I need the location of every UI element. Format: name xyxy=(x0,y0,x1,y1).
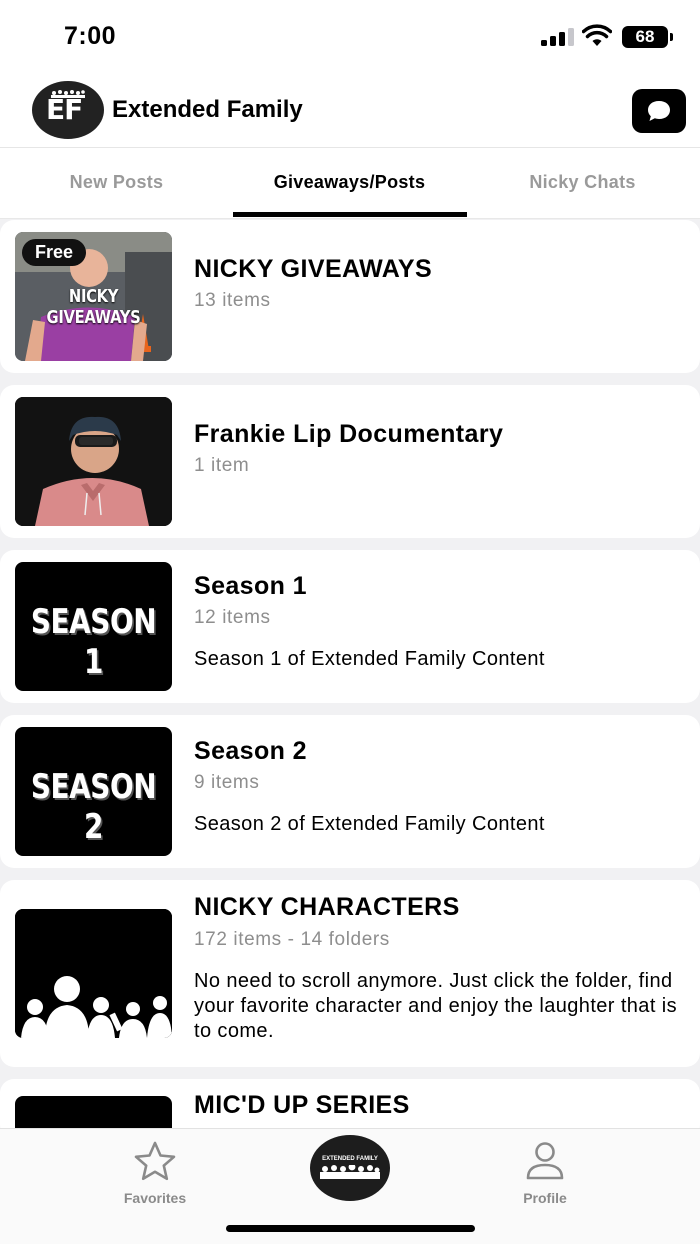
active-tab-indicator xyxy=(233,212,467,217)
nav-profile[interactable]: Profile xyxy=(490,1141,600,1206)
crowd-silhouette-icon xyxy=(320,1165,380,1179)
folder-title: MIC'D UP SERIES xyxy=(194,1091,410,1119)
status-bar: 7:00 68 xyxy=(0,0,700,72)
nav-home-logo[interactable]: EXTENDED FAMILY xyxy=(310,1135,390,1201)
folder-thumbnail xyxy=(15,909,172,1038)
folder-title: Season 1 xyxy=(194,572,307,600)
folder-item-count: 13 items xyxy=(194,290,271,311)
folder-card-frankie-lip-documentary[interactable]: Frankie Lip Documentary 1 item xyxy=(0,385,700,538)
status-time: 7:00 xyxy=(64,22,117,50)
folder-title: NICKY CHARACTERS xyxy=(194,893,460,921)
tab-giveaways-posts[interactable]: Giveaways/Posts xyxy=(233,172,466,193)
folder-item-count: 12 items xyxy=(194,607,271,628)
folder-title: Frankie Lip Documentary xyxy=(194,420,504,448)
folder-card-nicky-characters[interactable]: NICKY CHARACTERS 172 items - 14 folders … xyxy=(0,880,700,1067)
folder-description: No need to scroll anymore. Just click th… xyxy=(194,970,677,1042)
tab-bar: New Posts Giveaways/Posts Nicky Chats xyxy=(0,148,700,219)
folder-thumbnail: SEASON 2 xyxy=(15,727,172,856)
person-photo xyxy=(15,397,172,526)
chat-button[interactable] xyxy=(632,89,686,133)
folder-description: Season 1 of Extended Family Content xyxy=(194,648,545,670)
folder-item-count: 1 item xyxy=(194,455,250,476)
app-header: EF Extended Family xyxy=(0,72,700,148)
folder-thumbnail xyxy=(15,397,172,526)
wifi-icon xyxy=(582,24,612,46)
cellular-signal-icon xyxy=(541,28,575,46)
logo-text: EF xyxy=(46,93,83,126)
thumbnail-caption: SEASON 2 xyxy=(30,767,157,847)
folder-description: Season 2 of Extended Family Content xyxy=(194,813,545,835)
person-icon xyxy=(526,1142,564,1180)
center-logo-text: EXTENDED FAMILY xyxy=(322,1156,378,1162)
folder-item-count: 9 items xyxy=(194,772,260,793)
nav-profile-label: Profile xyxy=(523,1190,567,1206)
battery-indicator: 68 xyxy=(622,26,673,48)
folder-thumbnail: SEASON 1 xyxy=(15,562,172,691)
tab-nicky-chats[interactable]: Nicky Chats xyxy=(466,172,699,193)
home-indicator xyxy=(226,1225,475,1232)
folder-thumbnail: Free NICKY GIVEAWAYS xyxy=(15,232,172,361)
folder-card-season-2[interactable]: SEASON 2 Season 2 9 items Season 2 of Ex… xyxy=(0,715,700,868)
app-logo[interactable]: EF xyxy=(32,81,104,139)
folder-card-season-1[interactable]: SEASON 1 Season 1 12 items Season 1 of E… xyxy=(0,550,700,703)
folder-title: NICKY GIVEAWAYS xyxy=(194,255,433,283)
folder-item-count: 172 items - 14 folders xyxy=(194,929,390,950)
crowd-silhouette-image xyxy=(15,909,172,1038)
tab-new-posts[interactable]: New Posts xyxy=(0,172,233,193)
star-icon xyxy=(134,1141,176,1181)
folder-title: Season 2 xyxy=(194,737,307,765)
thumbnail-caption: NICKY GIVEAWAYS xyxy=(46,286,141,328)
chat-bubble-icon xyxy=(648,101,670,121)
thumbnail-caption: SEASON 1 xyxy=(30,602,157,682)
free-badge: Free xyxy=(22,239,87,266)
app-title: Extended Family xyxy=(112,96,303,123)
nav-favorites[interactable]: Favorites xyxy=(100,1141,210,1206)
nav-favorites-label: Favorites xyxy=(123,1190,187,1206)
bottom-tab-bar: Favorites EXTENDED FAMILY Profile xyxy=(0,1128,700,1244)
folder-card-nicky-giveaways[interactable]: Free NICKY GIVEAWAYS NICKY GIVEAWAYS 13 … xyxy=(0,220,700,373)
